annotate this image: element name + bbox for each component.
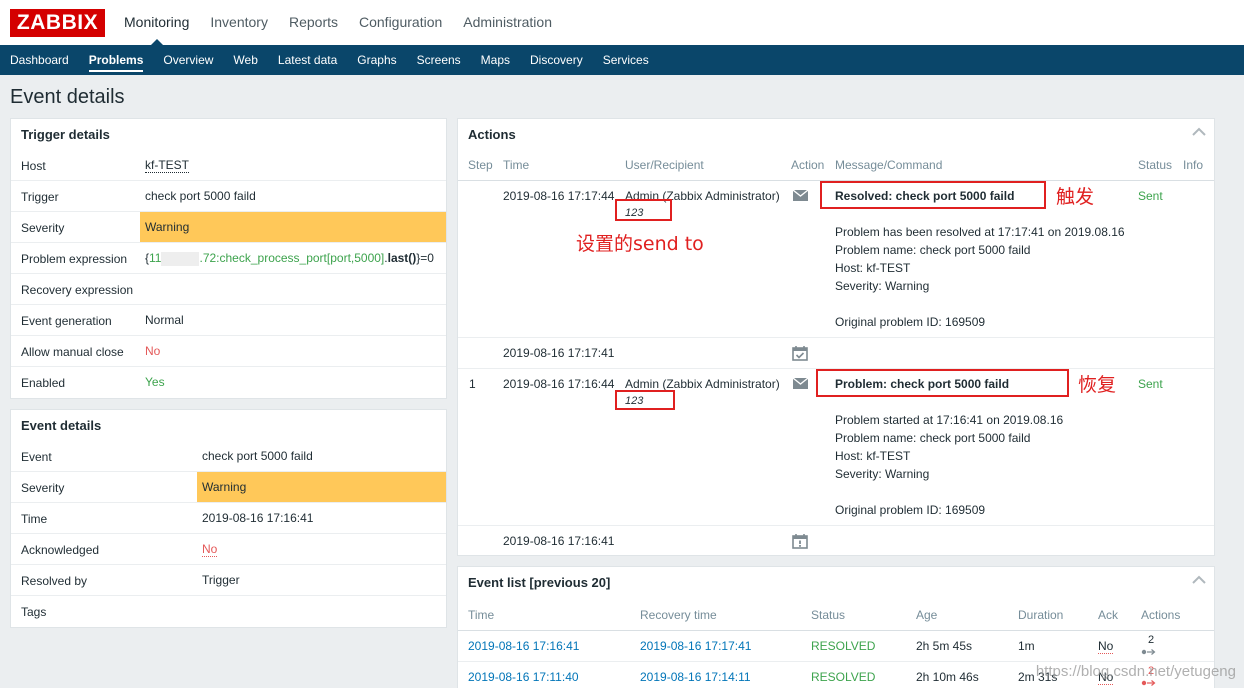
- col-info: Info: [1183, 158, 1204, 172]
- host-link[interactable]: kf-TEST: [145, 158, 189, 173]
- col-user: User/Recipient: [625, 158, 704, 172]
- trigger-row-problem-expression: Problem expression {11.72:check_process_…: [11, 243, 446, 274]
- annotation-sendto: 设置的send to: [576, 233, 704, 255]
- menu-monitoring[interactable]: Monitoring: [124, 0, 189, 45]
- ack-link[interactable]: No: [1098, 639, 1114, 654]
- sub-menu: Dashboard Problems Overview Web Latest d…: [0, 45, 1244, 75]
- action-step: 1: [469, 377, 476, 391]
- event-time-link[interactable]: 2019-08-16 17:16:41: [468, 639, 579, 653]
- subnav-services[interactable]: Services: [603, 45, 649, 75]
- col-recovery-time: Recovery time: [640, 608, 717, 622]
- col-step: Step: [468, 158, 493, 172]
- trigger-row-recovery-expression: Recovery expression: [11, 274, 446, 305]
- action-user: Admin (Zabbix Administrator): [625, 377, 780, 391]
- envelope-icon: [793, 190, 808, 201]
- event-duration: 1m: [1018, 639, 1035, 653]
- annotation-trigger: 触发: [1056, 186, 1095, 208]
- calendar-check-icon: [792, 346, 808, 361]
- col-action: Action: [791, 158, 825, 172]
- event-time-link[interactable]: 2019-08-16 17:11:40: [468, 670, 579, 684]
- trigger-row-host: Host kf-TEST: [11, 150, 446, 181]
- col-time: Time: [503, 158, 530, 172]
- subnav-maps[interactable]: Maps: [481, 45, 510, 75]
- col-time: Time: [468, 608, 495, 622]
- subnav-discovery[interactable]: Discovery: [530, 45, 583, 75]
- action-time: 2019-08-16 17:17:41: [503, 346, 615, 360]
- main-menu: Monitoring Inventory Reports Configurati…: [124, 0, 573, 45]
- actions-title: Actions: [468, 127, 516, 142]
- subnav-overview[interactable]: Overview: [163, 45, 213, 75]
- action-status: Sent: [1138, 189, 1163, 203]
- actions-count[interactable]: 2: [1148, 634, 1154, 646]
- action-status: Sent: [1138, 377, 1163, 391]
- actions-arrow-icon: [1141, 649, 1156, 655]
- annotation-box-sendto: [615, 199, 672, 221]
- event-row-resolved-by: Resolved by Trigger: [11, 565, 446, 596]
- trigger-row-severity: Severity Warning: [11, 212, 446, 243]
- calendar-alert-icon: [792, 534, 808, 549]
- col-status: Status: [811, 608, 846, 622]
- trigger-row-trigger: Trigger check port 5000 faild: [11, 181, 446, 212]
- subnav-latest-data[interactable]: Latest data: [278, 45, 337, 75]
- menu-reports[interactable]: Reports: [289, 0, 338, 45]
- col-ack: Ack: [1098, 608, 1119, 622]
- trigger-row-enabled: Enabled Yes: [21, 375, 165, 390]
- subnav-graphs[interactable]: Graphs: [357, 45, 396, 75]
- col-actions: Actions: [1141, 608, 1181, 622]
- collapse-chevron-icon[interactable]: [1192, 127, 1206, 137]
- event-severity-badge: Warning: [197, 472, 446, 502]
- event-row-severity: Severity Warning: [11, 472, 446, 503]
- page-title: Event details: [10, 86, 125, 108]
- menu-inventory[interactable]: Inventory: [210, 0, 268, 45]
- col-duration: Duration: [1018, 608, 1064, 622]
- col-age: Age: [916, 608, 938, 622]
- action-time: 2019-08-16 17:16:44: [503, 377, 615, 391]
- watermark: https://blog.csdn.net/yetugeng: [1035, 663, 1236, 680]
- trigger-row-allow-manual-close: Allow manual close No: [11, 336, 446, 367]
- annotation-box-sendto: [615, 390, 675, 410]
- problem-expression: {11.72:check_process_port[port,5000].las…: [145, 251, 434, 266]
- trigger-row-event-generation: Event generation Normal: [11, 305, 446, 336]
- event-status: RESOLVED: [811, 670, 876, 684]
- top-header: ZABBIX Monitoring Inventory Reports Conf…: [0, 0, 1244, 45]
- acknowledge-link[interactable]: No: [202, 542, 218, 557]
- event-row-acknowledged: Acknowledged No: [11, 534, 446, 565]
- trigger-details-panel: Trigger details Host kf-TEST Trigger che…: [10, 118, 447, 399]
- col-status: Status: [1138, 158, 1173, 172]
- annotation-recovery: 恢复: [1078, 374, 1117, 396]
- event-row-tags: Tags: [21, 605, 47, 619]
- zabbix-logo[interactable]: ZABBIX: [10, 9, 105, 37]
- event-row-event: Event check port 5000 faild: [11, 441, 446, 472]
- subnav-web[interactable]: Web: [233, 45, 257, 75]
- event-details-title: Event details: [21, 418, 102, 433]
- severity-badge: Warning: [140, 212, 446, 242]
- event-details-panel: Event details Event check port 5000 fail…: [10, 409, 447, 628]
- event-status: RESOLVED: [811, 639, 876, 653]
- recovery-time-link[interactable]: 2019-08-16 17:17:41: [640, 639, 751, 653]
- event-row-time: Time 2019-08-16 17:16:41: [11, 503, 446, 534]
- trigger-details-title: Trigger details: [21, 127, 110, 142]
- event-age: 2h 5m 45s: [916, 639, 973, 653]
- col-message: Message/Command: [835, 158, 943, 172]
- action-time: 2019-08-16 17:16:41: [503, 534, 615, 548]
- event-list-title: Event list [previous 20]: [468, 575, 611, 590]
- collapse-chevron-icon[interactable]: [1192, 575, 1206, 585]
- redacted-ip: [161, 251, 200, 266]
- subnav-screens[interactable]: Screens: [417, 45, 461, 75]
- subnav-dashboard[interactable]: Dashboard: [10, 45, 69, 75]
- menu-administration[interactable]: Administration: [463, 0, 552, 45]
- annotation-box-resolved: [820, 181, 1046, 209]
- event-age: 2h 10m 46s: [916, 670, 979, 684]
- action-time: 2019-08-16 17:17:44: [503, 189, 615, 203]
- recovery-time-link[interactable]: 2019-08-16 17:14:11: [640, 670, 751, 684]
- annotation-box-problem: [816, 369, 1069, 397]
- envelope-icon: [793, 378, 808, 389]
- subnav-problems[interactable]: Problems: [88, 45, 143, 75]
- menu-configuration[interactable]: Configuration: [359, 0, 442, 45]
